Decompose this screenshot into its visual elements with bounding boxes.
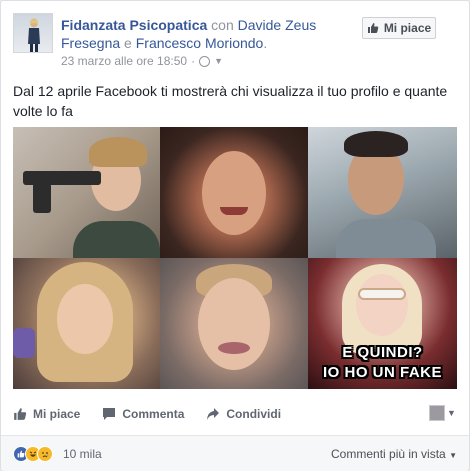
reactions-footer: 10 mila Commenti più in vista ▼ bbox=[1, 435, 469, 471]
sad-reaction-icon bbox=[37, 446, 53, 462]
photo-sunglasses bbox=[358, 288, 406, 300]
collage-photo-5 bbox=[160, 258, 308, 389]
comment-sort-dropdown[interactable]: Commenti più in vista ▼ bbox=[331, 447, 457, 461]
gun-grip bbox=[33, 183, 51, 213]
header-period: . bbox=[263, 35, 268, 51]
photo-flowers bbox=[13, 328, 35, 358]
globe-icon[interactable] bbox=[199, 55, 211, 67]
post-header: Fidanzata Psicopatica con Davide Zeus Fr… bbox=[61, 16, 351, 52]
like-action-label: Mi piace bbox=[33, 407, 81, 421]
photo-face bbox=[57, 284, 113, 354]
photo-face bbox=[356, 274, 408, 336]
post-image-collage[interactable]: E QUINDI? IO HO UN FAKE bbox=[13, 127, 457, 389]
avatar-figure bbox=[28, 18, 40, 52]
collage-photo-2 bbox=[160, 127, 308, 258]
share-icon bbox=[207, 408, 220, 420]
like-page-button[interactable]: Mi piace bbox=[362, 17, 436, 39]
like-page-label: Mi piace bbox=[383, 21, 432, 35]
reaction-icons[interactable] bbox=[13, 446, 53, 462]
and-word: e bbox=[124, 35, 132, 51]
thumbs-up-icon bbox=[367, 23, 379, 33]
post-text: Dal 12 aprile Facebook ti mostrerà chi v… bbox=[13, 83, 448, 119]
meme-caption-line-2: IO HO UN FAKE bbox=[322, 364, 442, 381]
post-meta: 23 marzo alle ore 18:50 · ▼ bbox=[61, 54, 223, 68]
collage-photo-4 bbox=[13, 258, 160, 389]
comment-action-label: Commenta bbox=[122, 407, 185, 421]
comment-action[interactable]: Commenta bbox=[102, 407, 184, 421]
meme-caption-line-1: E QUINDI? bbox=[342, 344, 423, 361]
collage-photo-3 bbox=[308, 127, 457, 258]
page-avatar[interactable] bbox=[13, 13, 53, 53]
comment-sort-label: Commenti più in vista bbox=[331, 447, 446, 461]
photo-face bbox=[202, 151, 266, 235]
collage-photo-1 bbox=[13, 127, 160, 258]
photo-hair bbox=[89, 137, 147, 167]
reaction-count[interactable]: 10 mila bbox=[63, 447, 102, 461]
meta-separator: · bbox=[191, 54, 196, 68]
action-bar: Mi piace Commenta Condividi bbox=[13, 399, 457, 429]
photo-shoulders bbox=[73, 221, 160, 258]
chevron-down-icon[interactable]: ▼ bbox=[214, 56, 223, 66]
viewer-avatar[interactable] bbox=[429, 405, 445, 421]
collage-photo-6: E QUINDI? IO HO UN FAKE bbox=[308, 258, 457, 389]
photo-hair bbox=[344, 131, 408, 157]
chevron-down-icon[interactable]: ▼ bbox=[447, 408, 456, 418]
post-card: Fidanzata Psicopatica con Davide Zeus Fr… bbox=[0, 0, 470, 471]
like-action[interactable]: Mi piace bbox=[13, 407, 80, 421]
with-word: con bbox=[211, 17, 234, 33]
share-action[interactable]: Condividi bbox=[206, 407, 281, 421]
post-timestamp[interactable]: 23 marzo alle ore 18:50 bbox=[61, 54, 187, 68]
author-link[interactable]: Fidanzata Psicopatica bbox=[61, 17, 207, 33]
tagged-user-2[interactable]: Francesco Moriondo bbox=[136, 35, 264, 51]
photo-shirt bbox=[336, 219, 436, 258]
photo-mouth bbox=[220, 207, 248, 215]
photo-face bbox=[198, 278, 270, 370]
chevron-down-icon: ▼ bbox=[449, 451, 457, 460]
thumbs-up-icon bbox=[14, 408, 27, 420]
share-action-label: Condividi bbox=[226, 407, 282, 421]
comment-icon bbox=[103, 408, 116, 420]
photo-mouth bbox=[218, 342, 250, 354]
